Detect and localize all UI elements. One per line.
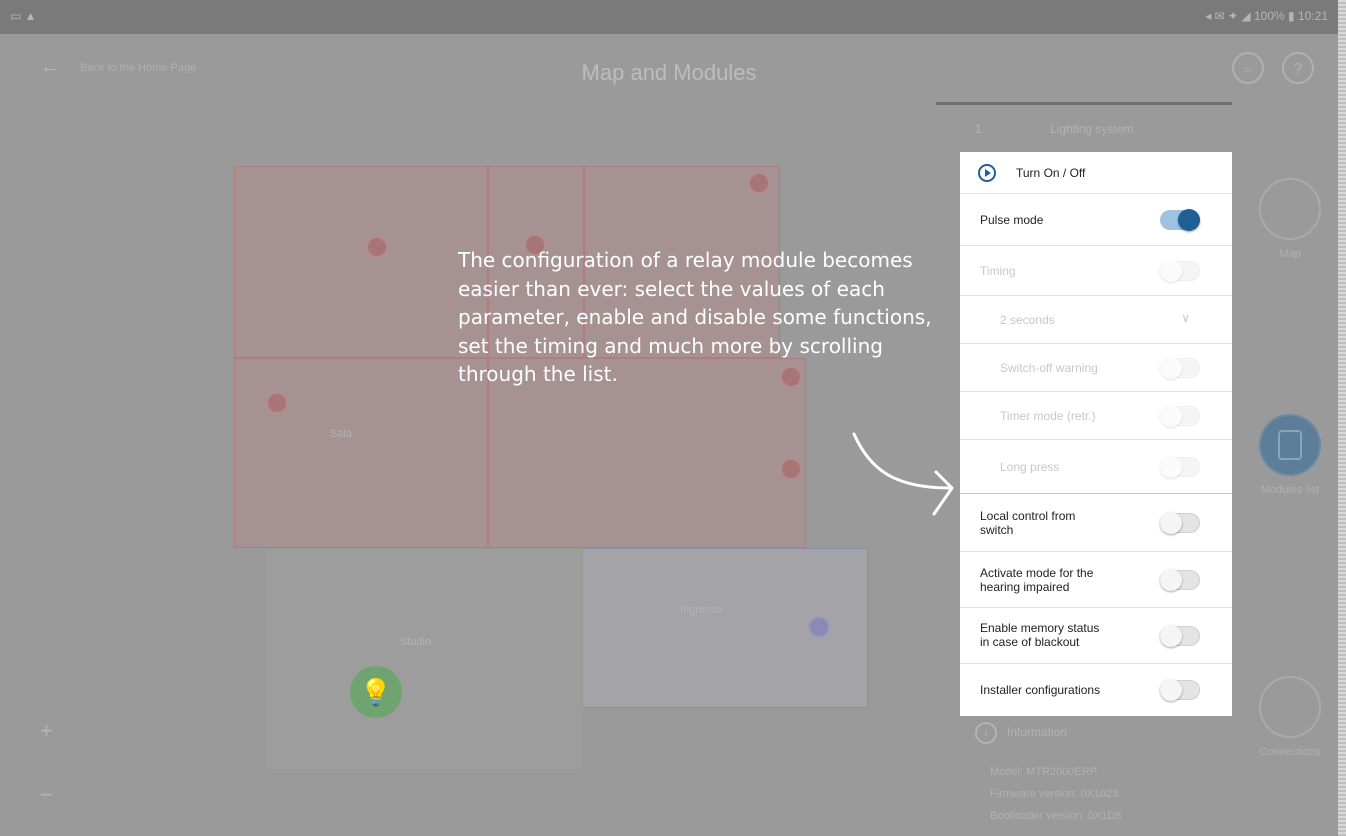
setting-label: Local control from switch <box>980 509 1076 537</box>
setting-label: Timing <box>980 264 1016 278</box>
map-room[interactable] <box>234 166 488 358</box>
panel-header-label: Turn On / Off <box>1016 166 1086 180</box>
setting-label: Enable memory status in case of blackout <box>980 621 1100 649</box>
setting-timing-value[interactable]: 2 seconds ∨ <box>960 296 1232 344</box>
page-edge <box>1338 0 1346 836</box>
setting-memory-status: Enable memory status in case of blackout <box>960 608 1232 664</box>
status-left-icons: ▭ ▲ <box>10 9 37 23</box>
module-marker-icon[interactable] <box>808 616 830 638</box>
room-label: Ingresso <box>680 604 723 616</box>
timing-value: 2 seconds <box>1000 313 1055 327</box>
zoom-out-button[interactable]: − <box>40 782 53 808</box>
status-bar: ▭ ▲ ◂ ✉ ✦ ◢ 100% ▮ 10:21 <box>0 0 1338 34</box>
section-title: Lighting system <box>1050 122 1134 136</box>
turn-on-off-header[interactable]: Turn On / Off <box>960 152 1232 194</box>
setting-installer-configurations: Installer configurations <box>960 664 1232 716</box>
pulse-mode-toggle[interactable] <box>1160 209 1200 231</box>
setting-label: Activate mode for the hearing impaired <box>980 566 1094 594</box>
relay-settings-panel: Turn On / Off Pulse mode Timing 2 second… <box>960 152 1232 716</box>
rail-item-map[interactable]: Map <box>1250 178 1330 260</box>
info-model: Model: MTR2000ERP <box>990 766 1097 778</box>
connections-icon <box>1259 676 1321 738</box>
memory-status-toggle[interactable] <box>1160 625 1200 647</box>
setting-switch-off-warning: Switch-off warning <box>960 344 1232 392</box>
long-press-toggle[interactable] <box>1160 456 1200 478</box>
room-label: Studio <box>400 636 432 648</box>
search-icon[interactable]: ⌕ <box>1232 52 1264 84</box>
info-icon: i <box>975 722 997 744</box>
setting-label: Installer configurations <box>980 683 1101 697</box>
callout-text: The configuration of a relay module beco… <box>458 248 932 386</box>
tab-indicator <box>936 102 1232 105</box>
setting-label: Switch-off warning <box>1000 361 1098 375</box>
information-label: Information <box>1007 725 1068 739</box>
app-screen: ▭ ▲ ◂ ✉ ✦ ◢ 100% ▮ 10:21 ← Back to the H… <box>0 0 1338 836</box>
rail-item-label: Modules list <box>1260 484 1320 496</box>
module-marker-icon[interactable] <box>748 172 770 194</box>
rail-item-label: Connections <box>1259 746 1321 758</box>
zoom-in-button[interactable]: + <box>40 718 53 744</box>
setting-timing: Timing <box>960 246 1232 296</box>
rail-item-modules[interactable]: Modules list <box>1250 414 1330 496</box>
app-bar: ← Back to the Home Page Map and Modules … <box>0 34 1338 106</box>
timing-toggle[interactable] <box>1160 260 1200 282</box>
map-icon <box>1259 178 1321 240</box>
status-right-icons: ◂ ✉ ✦ ◢ 100% ▮ 10:21 <box>1205 9 1328 23</box>
chevron-down-icon: ∨ <box>1181 311 1190 325</box>
setting-label: Long press <box>1000 460 1060 474</box>
setting-long-press: Long press <box>960 440 1232 494</box>
information-section[interactable]: i Information <box>975 722 1067 744</box>
setting-label: Pulse mode <box>980 213 1044 227</box>
navigation-rail: Map Modules list Connections <box>1242 106 1338 836</box>
info-bootloader: Bootloader version: 0X1D8 <box>990 810 1122 822</box>
switch-off-warning-toggle[interactable] <box>1160 357 1200 379</box>
section-index: 1 <box>975 122 982 136</box>
setting-timer-mode: Timer mode (retr.) <box>960 392 1232 440</box>
setting-pulse-mode: Pulse mode <box>960 194 1232 246</box>
module-marker-icon[interactable] <box>366 236 388 258</box>
installer-configurations-toggle[interactable] <box>1160 679 1200 701</box>
lightbulb-icon[interactable]: 💡 <box>350 666 402 718</box>
timer-mode-toggle[interactable] <box>1160 405 1200 427</box>
room-label: Sala <box>330 428 353 440</box>
setting-label: Timer mode (retr.) <box>1000 409 1096 423</box>
modules-icon <box>1259 414 1321 476</box>
map-room[interactable] <box>234 358 488 548</box>
module-marker-icon[interactable] <box>780 458 802 480</box>
play-icon <box>978 164 996 182</box>
callout-arrow-icon <box>852 432 954 516</box>
rail-item-connections[interactable]: Connections <box>1250 676 1330 758</box>
hearing-impaired-toggle[interactable] <box>1160 569 1200 591</box>
module-marker-icon[interactable] <box>266 392 288 414</box>
setting-local-control: Local control from switch <box>960 494 1232 552</box>
setting-hearing-impaired: Activate mode for the hearing impaired <box>960 552 1232 608</box>
map-room[interactable] <box>265 548 583 770</box>
page-title: Map and Modules <box>581 60 757 85</box>
help-button[interactable]: ? <box>1282 52 1314 84</box>
local-control-toggle[interactable] <box>1160 512 1200 534</box>
rail-item-label: Map <box>1279 248 1301 260</box>
info-firmware: Firmware version: 0X1023 <box>990 788 1119 800</box>
